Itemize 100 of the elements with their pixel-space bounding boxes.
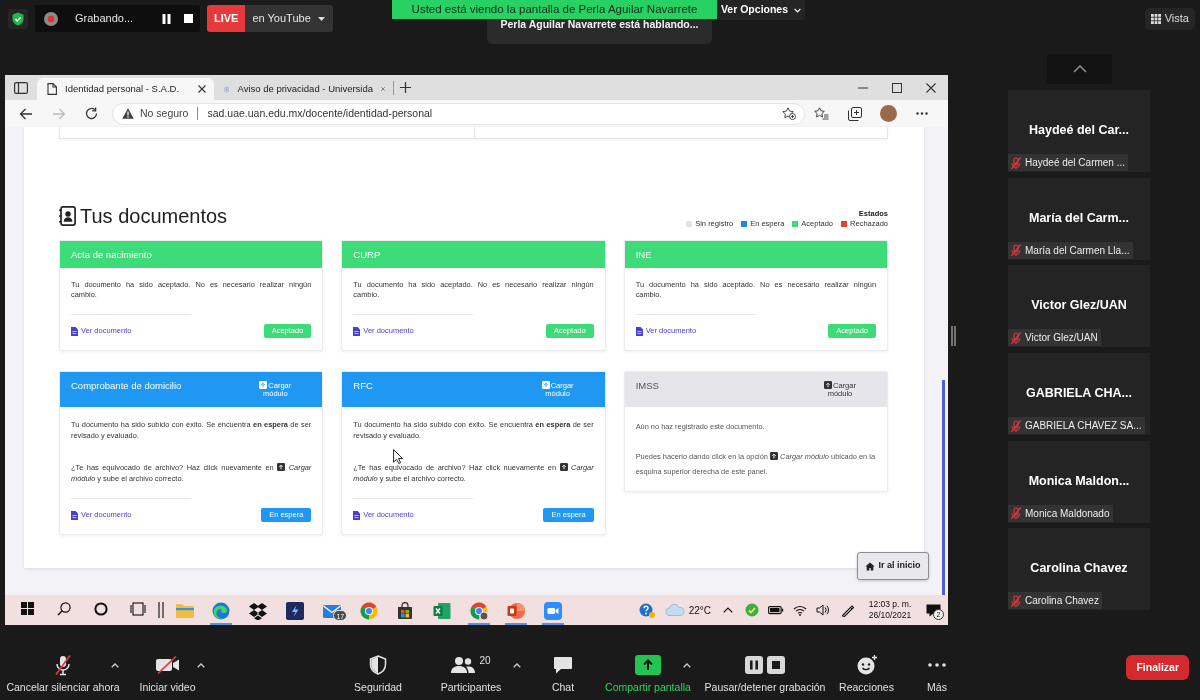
card-title: Acta de nacimiento bbox=[71, 249, 152, 260]
pen-icon[interactable] bbox=[841, 603, 855, 617]
close-icon[interactable] bbox=[926, 82, 936, 93]
contact-card-icon bbox=[59, 206, 76, 226]
stop-icon bbox=[183, 14, 193, 23]
stop-icon bbox=[767, 656, 785, 674]
participant-name: Victor Glez/UAN bbox=[1025, 331, 1098, 346]
caret-up-icon bbox=[513, 662, 521, 668]
chat-bubble-icon bbox=[553, 655, 573, 675]
participant-display-name: Victor Glez/UAN bbox=[1030, 298, 1128, 314]
chevron-up-icon bbox=[1072, 65, 1087, 73]
battery-icon[interactable] bbox=[768, 605, 784, 615]
search-icon[interactable] bbox=[57, 602, 72, 616]
participants-button[interactable]: 20 Participantes bbox=[440, 645, 502, 700]
participant-name: Carolina Chavez bbox=[1025, 594, 1099, 609]
volume-icon[interactable] bbox=[815, 604, 830, 616]
back-to-top-button[interactable]: Ir al inicio bbox=[857, 552, 929, 580]
security-button[interactable]: Seguridad bbox=[354, 645, 402, 700]
participant-display-name: Carolina Chavez bbox=[1029, 561, 1129, 577]
section-heading: Tus documentos bbox=[80, 204, 228, 229]
chevron-down-icon bbox=[794, 7, 802, 13]
participant-name: Haydeé del Carmen ... bbox=[1025, 156, 1126, 170]
slides-icon[interactable] bbox=[506, 602, 525, 620]
page-icon bbox=[47, 83, 57, 95]
document-icon bbox=[71, 510, 78, 520]
recording-controls-button[interactable]: Pausar/detener grabación bbox=[704, 645, 826, 700]
browser-tab[interactable]: Aviso de privacidad - Universida bbox=[214, 78, 393, 100]
reactions-button[interactable]: Reacciones bbox=[839, 645, 894, 700]
participant-display-name: Monica Maldon... bbox=[1027, 473, 1131, 489]
house-icon bbox=[865, 561, 876, 571]
caret-up-icon bbox=[111, 662, 119, 668]
sidebar-icon[interactable] bbox=[14, 81, 28, 94]
people-icon bbox=[451, 656, 476, 674]
upload-icon bbox=[559, 463, 568, 471]
menu-caret-button[interactable] bbox=[110, 661, 120, 669]
document-icon bbox=[353, 510, 361, 520]
menu-caret-button[interactable] bbox=[512, 661, 522, 669]
participant-count: 20 bbox=[479, 654, 491, 668]
more-button[interactable]: Más bbox=[927, 645, 947, 700]
menu-caret-button[interactable] bbox=[682, 661, 692, 669]
record-dot-icon bbox=[44, 11, 58, 26]
participant-display-name: María del Carm... bbox=[1027, 210, 1130, 226]
more-icon[interactable] bbox=[915, 112, 928, 115]
participant-display-name: Haydeé del Car... bbox=[1027, 123, 1131, 138]
card-title: CURP bbox=[353, 249, 381, 260]
caret-up-icon bbox=[197, 662, 205, 668]
browser-logo-icon[interactable] bbox=[359, 602, 378, 620]
caret-up-icon bbox=[683, 662, 691, 668]
video-camera-tile-icon[interactable] bbox=[543, 602, 562, 620]
folder-icon[interactable] bbox=[175, 602, 194, 620]
favorites-icon[interactable] bbox=[814, 107, 829, 120]
video-button[interactable]: Iniciar video bbox=[139, 645, 196, 700]
profile-avatar-icon[interactable] bbox=[879, 105, 897, 122]
spreadsheet-icon[interactable] bbox=[433, 602, 452, 620]
collections-icon[interactable] bbox=[847, 106, 862, 121]
upload-icon bbox=[277, 463, 286, 471]
mouse-pointer-icon bbox=[393, 449, 403, 464]
swirl-logo-icon[interactable] bbox=[212, 602, 231, 620]
participant-name: María del Carmen Lla... bbox=[1025, 243, 1130, 258]
back-arrow-icon[interactable] bbox=[18, 107, 33, 120]
end-meeting-button[interactable]: Finalizar bbox=[1126, 655, 1189, 680]
pause-icon bbox=[745, 656, 763, 674]
warning-icon bbox=[122, 108, 134, 119]
temperature[interactable]: 22°C bbox=[685, 595, 717, 625]
chevron-up-icon[interactable] bbox=[723, 607, 733, 613]
address-field[interactable]: No seguro sad.uae.uan.edu.mx/docente/identidad-personal bbox=[112, 102, 805, 125]
favorite-add-icon[interactable] bbox=[782, 107, 796, 120]
close-icon[interactable] bbox=[198, 85, 206, 93]
shopping-bag-icon[interactable] bbox=[396, 602, 415, 620]
scrollbar-thumb[interactable] bbox=[942, 380, 945, 595]
share-screen-button[interactable]: Compartir pantalla bbox=[605, 645, 691, 700]
browser-logo-icon[interactable] bbox=[469, 602, 488, 620]
help-icon[interactable] bbox=[638, 602, 655, 618]
chat-button[interactable]: Chat bbox=[551, 645, 575, 700]
view-button[interactable]: Vista bbox=[1144, 7, 1195, 30]
check-circle-icon[interactable] bbox=[744, 603, 759, 617]
resize-handle-icon[interactable] bbox=[951, 326, 956, 346]
circle-icon[interactable] bbox=[94, 602, 108, 616]
clock-date[interactable]: 26/10/2021 bbox=[868, 610, 912, 621]
shield-icon bbox=[369, 655, 387, 675]
wifi-icon[interactable] bbox=[792, 604, 807, 616]
browser-tab[interactable]: Identidad personal - S.A.D. bbox=[37, 78, 214, 100]
lightning-tile-icon[interactable] bbox=[285, 602, 304, 620]
microphone-button[interactable]: Cancelar silenciar ahora bbox=[6, 645, 120, 700]
participant-name: Monica Maldonado bbox=[1025, 506, 1110, 521]
task-view-icon[interactable] bbox=[129, 602, 146, 616]
caret-down-icon bbox=[317, 16, 325, 21]
windows-logo-icon[interactable] bbox=[20, 602, 34, 615]
open-box-icon[interactable] bbox=[249, 602, 268, 620]
maximize-icon[interactable] bbox=[892, 82, 902, 93]
card-title: INE bbox=[635, 249, 652, 260]
document-icon bbox=[635, 326, 643, 336]
clock-time[interactable]: 12:03 p. m. bbox=[868, 599, 912, 610]
vertical-bars-icon[interactable] bbox=[158, 602, 165, 618]
view-options-button[interactable]: Ver Opciones bbox=[717, 0, 805, 20]
stream-menu-button[interactable]: en YouTube bbox=[245, 5, 333, 32]
plus-icon[interactable] bbox=[399, 82, 411, 93]
menu-caret-button[interactable] bbox=[196, 661, 206, 669]
reload-icon[interactable] bbox=[85, 107, 98, 120]
participant-name: GABRIELA CHAVEZ SA... bbox=[1025, 419, 1142, 434]
